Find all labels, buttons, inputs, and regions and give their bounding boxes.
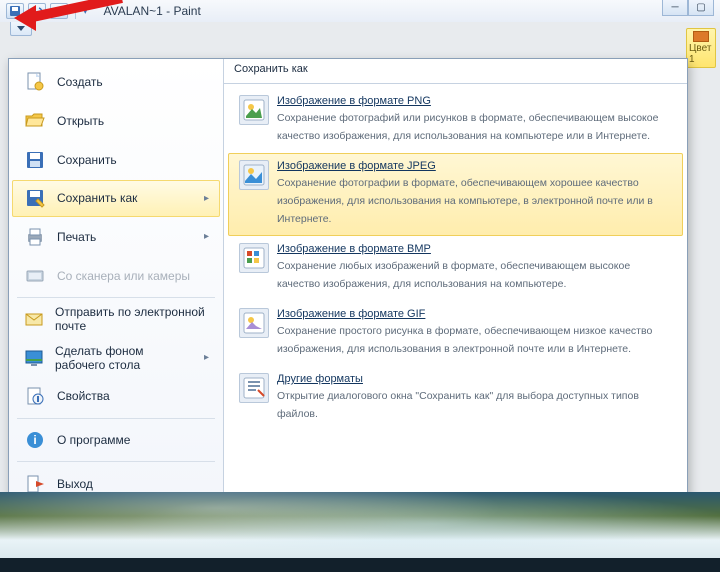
png-format-icon [239, 95, 269, 125]
format-title: Изображение в формате PNG [277, 95, 672, 107]
menu-item-label: Сохранить [57, 153, 117, 167]
format-bmp[interactable]: Изображение в формате BMP Сохранение люб… [228, 236, 683, 301]
svg-text:i: i [33, 433, 36, 447]
save-as-icon [23, 186, 47, 210]
qat-customize-icon[interactable]: ▾ [83, 6, 88, 17]
menu-item-label: О программе [57, 433, 130, 447]
format-title: Изображение в формате GIF [277, 308, 672, 320]
menu-item-save[interactable]: Сохранить [12, 141, 220, 178]
title-bar: ▾ AVALAN~1 - Paint ─ ▢ [0, 0, 720, 22]
chevron-right-icon: ▸ [204, 193, 209, 204]
menu-item-label: Свойства [57, 389, 110, 403]
taskbar[interactable] [0, 558, 720, 572]
jpeg-format-icon [239, 160, 269, 190]
qat-redo-icon[interactable] [50, 3, 68, 19]
menu-item-properties[interactable]: Свойства [12, 378, 220, 415]
menu-item-label: Печать [57, 230, 96, 244]
menu-item-label: Сделать фоном рабочего стола [55, 344, 194, 372]
menu-item-printer[interactable]: Печать ▸ [12, 219, 220, 256]
properties-icon [23, 384, 47, 408]
menu-item-info[interactable]: i О программе [12, 422, 220, 459]
folder-open-icon [23, 109, 47, 133]
window-title: AVALAN~1 - Paint [104, 4, 201, 18]
menu-item-scanner: Со сканера или камеры [12, 257, 220, 294]
save-icon [23, 148, 47, 172]
save-as-submenu: Сохранить как Изображение в формате PNG … [224, 59, 687, 507]
color-label: Цвет 1 [689, 43, 713, 65]
format-gif[interactable]: Изображение в формате GIF Сохранение про… [228, 301, 683, 366]
menu-item-save-as[interactable]: Сохранить как ▸ [12, 180, 220, 217]
format-title: Другие форматы [277, 373, 672, 385]
minimize-button[interactable]: ─ [662, 0, 688, 16]
qat-undo-icon[interactable] [28, 3, 46, 19]
menu-item-new-doc[interactable]: Создать [12, 64, 220, 101]
format-title: Изображение в формате BMP [277, 243, 672, 255]
submenu-header: Сохранить как [224, 59, 687, 81]
menu-item-label: Со сканера или камеры [57, 269, 190, 283]
format-other[interactable]: Другие форматы Открытие диалогового окна… [228, 366, 683, 431]
maximize-button[interactable]: ▢ [688, 0, 714, 16]
menu-item-label: Выход [57, 477, 93, 491]
new-doc-icon [23, 70, 47, 94]
printer-icon [23, 225, 47, 249]
mail-icon [23, 307, 45, 331]
info-icon: i [23, 428, 47, 452]
color-swatch [693, 31, 709, 42]
file-menu-left: Создать Открыть Сохранить Сохранить как … [9, 59, 224, 507]
format-desc: Открытие диалогового окна "Сохранить как… [277, 390, 639, 420]
menu-item-label: Отправить по электронной почте [55, 305, 209, 333]
menu-item-label: Создать [57, 75, 103, 89]
menu-item-mail[interactable]: Отправить по электронной почте [12, 301, 220, 338]
format-desc: Сохранение любых изображений в формате, … [277, 260, 630, 290]
format-desc: Сохранение фотографий или рисунков в фор… [277, 112, 658, 142]
menu-item-label: Открыть [57, 114, 104, 128]
menu-item-folder-open[interactable]: Открыть [12, 103, 220, 140]
scanner-icon [23, 264, 47, 288]
other-format-icon [239, 373, 269, 403]
chevron-right-icon: ▸ [204, 231, 209, 242]
format-png[interactable]: Изображение в формате PNG Сохранение фот… [228, 88, 683, 153]
color-1-button[interactable]: Цвет 1 [686, 28, 716, 68]
format-title: Изображение в формате JPEG [277, 160, 672, 172]
format-jpeg[interactable]: Изображение в формате JPEG Сохранение фо… [228, 153, 683, 236]
gif-format-icon [239, 308, 269, 338]
menu-item-label: Сохранить как [57, 191, 137, 205]
file-menu-panel: Создать Открыть Сохранить Сохранить как … [8, 58, 688, 508]
menu-item-desktop-bg[interactable]: Сделать фоном рабочего стола ▸ [12, 340, 220, 377]
desktop-bg-icon [23, 346, 45, 370]
chevron-right-icon: ▸ [204, 352, 209, 363]
format-desc: Сохранение фотографии в формате, обеспеч… [277, 177, 653, 225]
bmp-format-icon [239, 243, 269, 273]
format-desc: Сохранение простого рисунка в формате, о… [277, 325, 652, 355]
qat-save-icon[interactable] [6, 3, 24, 19]
